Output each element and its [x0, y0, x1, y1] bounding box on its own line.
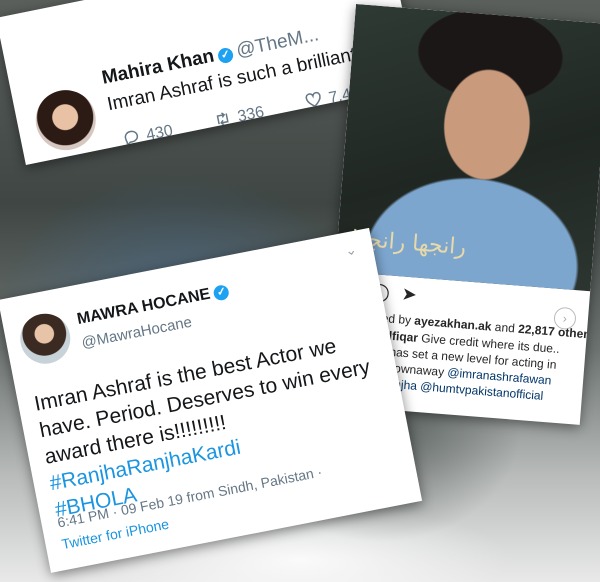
avatar[interactable]: [15, 309, 75, 369]
verified-badge-icon: ✓: [216, 46, 235, 65]
share-icon[interactable]: ➤: [401, 284, 418, 305]
avatar[interactable]: [30, 84, 102, 156]
liked-by-and: and: [490, 319, 519, 336]
chevron-down-icon[interactable]: ⌄: [343, 241, 358, 260]
verified-badge-icon: ✓: [212, 283, 231, 302]
